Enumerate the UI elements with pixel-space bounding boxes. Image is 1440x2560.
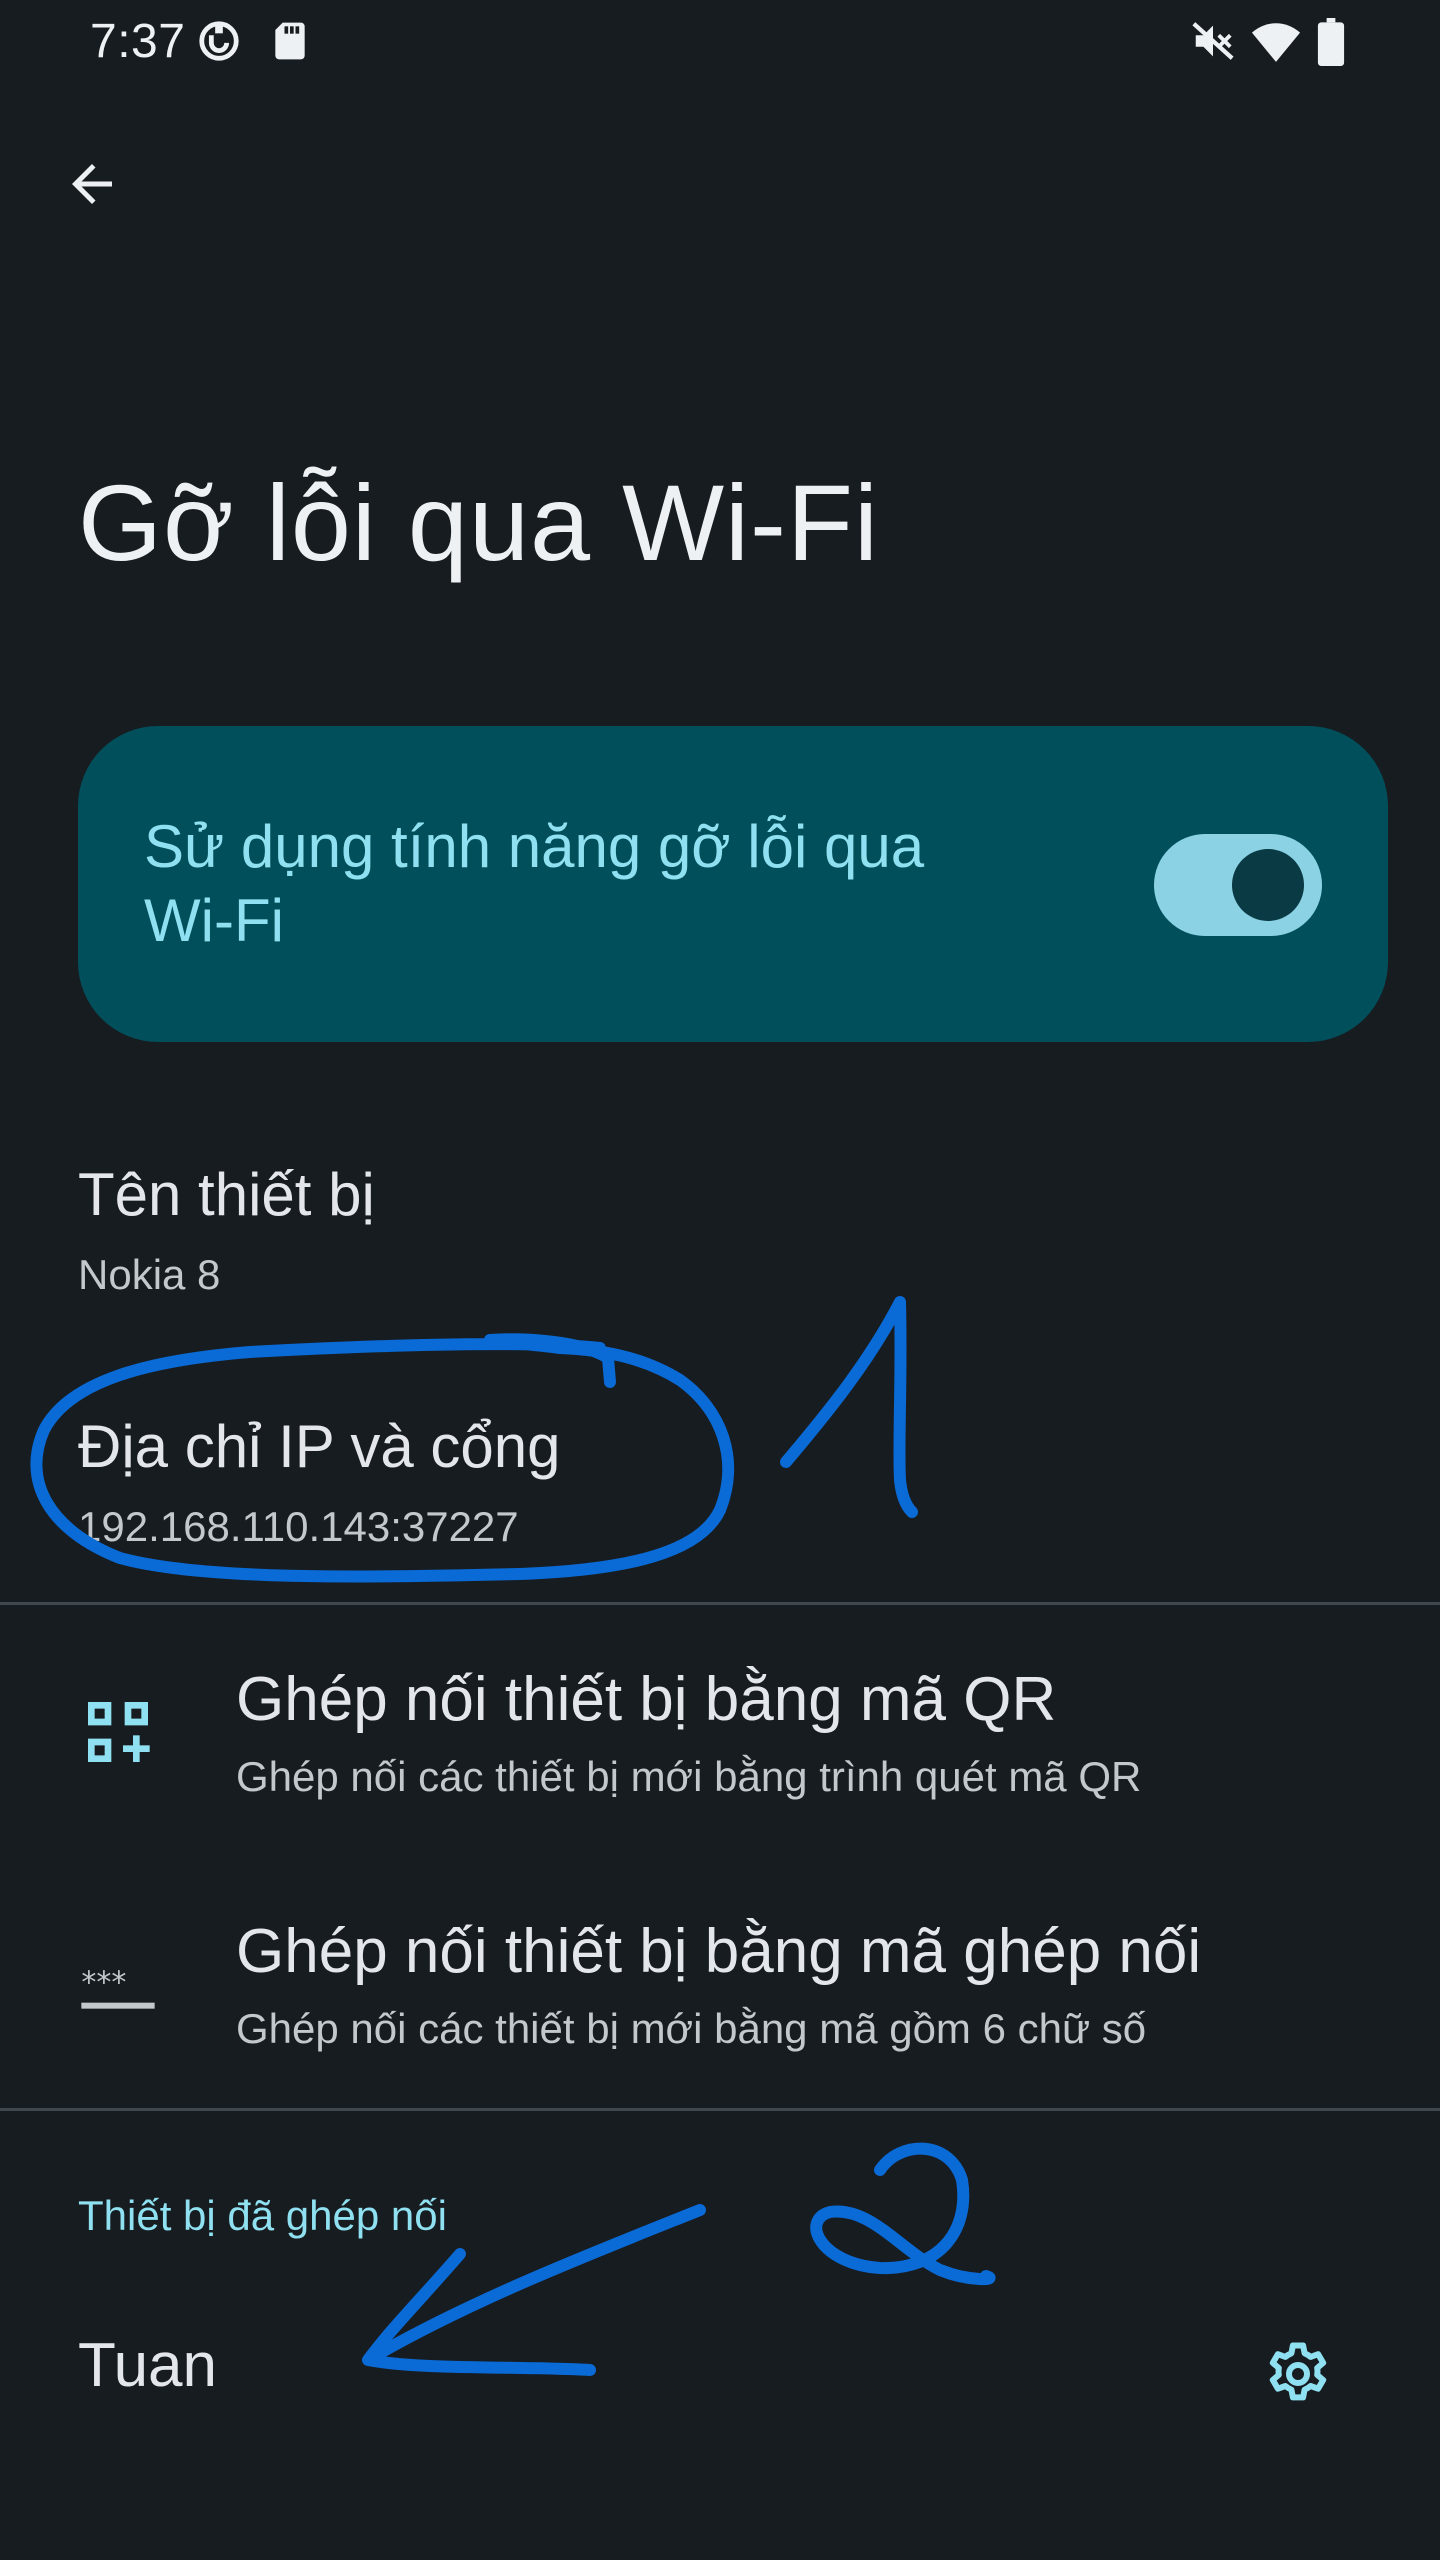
pair-qr-title: Ghép nối thiết bị bằng mã QR (236, 1665, 1057, 1734)
paired-device-row[interactable]: Tuan (0, 2290, 1440, 2460)
status-bar: 7:37 (0, 0, 1440, 92)
annotation-number-2 (810, 2142, 996, 2286)
wifi-icon (1250, 18, 1302, 69)
pair-code-text: Ghép nối thiết bị bằng mã ghép nối Ghép … (236, 1916, 1201, 2053)
device-name-row[interactable]: Tên thiết bị Nokia 8 (78, 1160, 375, 1299)
paired-device-name: Tuan (78, 2331, 218, 2400)
annotation-ellipse-tail (484, 1333, 616, 1388)
toggle-thumb (1232, 849, 1304, 921)
ip-port-title: Địa chỉ IP và cổng (78, 1413, 561, 1480)
main-switch-card[interactable]: Sử dụng tính năng gỡ lỗi qua Wi-Fi (78, 726, 1388, 1042)
page-title: Gỡ lỗi qua Wi-Fi (78, 462, 879, 583)
main-switch-label: Sử dụng tính năng gỡ lỗi qua Wi-Fi (144, 813, 925, 954)
qr-code-add-icon (78, 1692, 158, 1772)
paired-devices-header: Thiết bị đã ghép nối (78, 2192, 447, 2239)
ip-port-value: 192.168.110.143:37227 (78, 1503, 519, 1550)
sd-card-icon (268, 18, 312, 69)
divider (0, 1602, 1440, 1605)
divider (0, 2108, 1440, 2111)
screenshot-icon (196, 18, 242, 69)
battery-icon (1316, 18, 1346, 71)
svg-text:***: *** (81, 1966, 126, 2001)
arrow-back-icon (72, 164, 112, 204)
pair-qr-text: Ghép nối thiết bị bằng mã QR Ghép nối cá… (236, 1664, 1141, 1801)
pair-qr-summary: Ghép nối các thiết bị mới bằng trình qué… (236, 1753, 1142, 1800)
back-button[interactable] (44, 136, 140, 232)
pair-code-title: Ghép nối thiết bị bằng mã ghép nối (236, 1917, 1202, 1986)
wifi-debugging-toggle[interactable] (1154, 834, 1322, 936)
device-settings-button[interactable] (1250, 2326, 1346, 2422)
pair-code-summary: Ghép nối các thiết bị mới bằng mã gồm 6 … (236, 2005, 1147, 2052)
status-time: 7:37 (90, 15, 186, 68)
gear-icon (1269, 2342, 1327, 2401)
vibrate-off-icon (1190, 18, 1236, 69)
ip-port-row[interactable]: Địa chỉ IP và cổng 192.168.110.143:37227 (78, 1412, 561, 1551)
device-name-title: Tên thiết bị (78, 1161, 375, 1228)
pair-code-row[interactable]: *** Ghép nối thiết bị bằng mã ghép nối G… (0, 1872, 1440, 2102)
annotation-number-1 (780, 1296, 918, 1518)
password-icon: *** (78, 1946, 158, 2026)
device-name-value: Nokia 8 (78, 1251, 221, 1298)
pair-qr-row[interactable]: Ghép nối thiết bị bằng mã QR Ghép nối cá… (0, 1620, 1440, 1850)
screen: 7:37 Gỡ lỗi qua Wi-Fi Sử dụng tính năng … (0, 0, 1440, 2560)
